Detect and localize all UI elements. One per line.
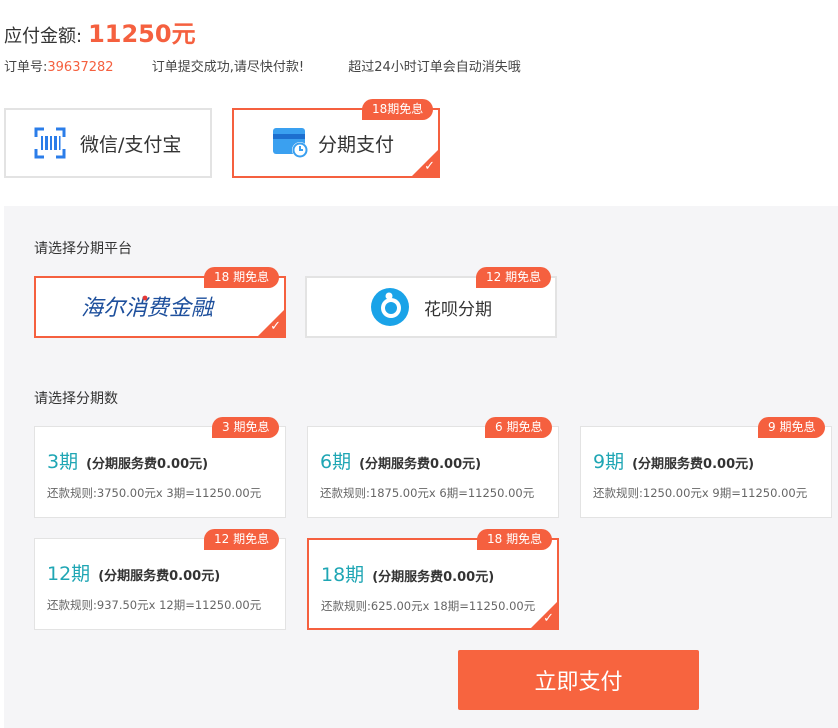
term-count: 18期 bbox=[321, 564, 365, 586]
order-expire-message: 超过24小时订单会自动消失哦 bbox=[348, 60, 521, 75]
term-count: 9期 bbox=[593, 451, 625, 473]
pay-method-label: 微信/支付宝 bbox=[80, 133, 182, 156]
service-fee: (分期服务费0.00元) bbox=[372, 570, 495, 585]
interest-free-badge: 9 期免息 bbox=[758, 417, 826, 438]
scan-icon bbox=[34, 127, 66, 159]
repayment-rule: 还款规则:1875.00元x 6期=11250.00元 bbox=[320, 486, 535, 500]
term-section-title: 请选择分期数 bbox=[34, 391, 118, 407]
interest-free-badge: 3 期免息 bbox=[212, 417, 280, 438]
order-number: 39637282 bbox=[47, 60, 114, 75]
amount-row: 应付金额: 11250元 bbox=[4, 14, 196, 49]
service-fee: (分期服务费0.00元) bbox=[632, 457, 755, 472]
platform-section-title: 请选择分期平台 bbox=[34, 241, 132, 257]
card-clock-icon bbox=[273, 128, 308, 158]
repayment-rule: 还款规则:937.50元x 12期=11250.00元 bbox=[47, 598, 262, 612]
interest-free-badge: 18 期免息 bbox=[477, 529, 553, 550]
term-count: 12期 bbox=[47, 563, 91, 585]
platform-label: 花呗分期 bbox=[424, 299, 492, 320]
amount-value: 11250元 bbox=[88, 20, 196, 48]
service-fee: (分期服务费0.00元) bbox=[86, 457, 209, 472]
check-icon: ✓ bbox=[270, 319, 281, 334]
term-option-9[interactable]: 9期 (分期服务费0.00元) 还款规则:1250.00元x 9期=11250.0… bbox=[580, 426, 832, 518]
order-number-label: 订单号: bbox=[4, 60, 48, 75]
interest-free-badge: 6 期免息 bbox=[485, 417, 553, 438]
repayment-rule: 还款规则:1250.00元x 9期=11250.00元 bbox=[593, 486, 808, 500]
repayment-rule: 还款规则:625.00元x 18期=11250.00元 bbox=[321, 599, 536, 613]
term-count: 6期 bbox=[320, 451, 352, 473]
interest-free-badge: 18期免息 bbox=[362, 99, 434, 120]
amount-label: 应付金额: bbox=[4, 26, 83, 47]
repayment-rule: 还款规则:3750.00元x 3期=11250.00元 bbox=[47, 486, 262, 500]
haier-logo-text: 海尔消费金融 bbox=[81, 296, 215, 321]
interest-free-badge: 12 期免息 bbox=[476, 267, 552, 288]
service-fee: (分期服务费0.00元) bbox=[359, 457, 482, 472]
haier-consumer-finance-logo: 海尔消费金融 bbox=[81, 295, 215, 321]
order-success-message: 订单提交成功,请尽快付款! bbox=[151, 60, 305, 75]
pay-now-button[interactable]: 立即支付 bbox=[458, 650, 699, 710]
huabei-logo bbox=[371, 288, 409, 326]
term-option-18[interactable]: 18期 (分期服务费0.00元) 还款规则:625.00元x 18期=11250.… bbox=[307, 538, 559, 630]
term-option-12[interactable]: 12期 (分期服务费0.00元) 还款规则:937.50元x 12期=11250.… bbox=[34, 538, 286, 630]
check-icon: ✓ bbox=[543, 611, 554, 626]
term-option-3[interactable]: 3期 (分期服务费0.00元) 还款规则:3750.00元x 3期=11250.0… bbox=[34, 426, 286, 518]
term-count: 3期 bbox=[47, 451, 79, 473]
interest-free-badge: 12 期免息 bbox=[204, 529, 280, 550]
order-info-row: 订单号:39637282 订单提交成功,请尽快付款! 超过24小时订单会自动消失… bbox=[4, 56, 521, 75]
interest-free-badge: 18 期免息 bbox=[204, 267, 280, 288]
pay-method-label: 分期支付 bbox=[318, 133, 395, 156]
check-icon: ✓ bbox=[424, 159, 435, 174]
service-fee: (分期服务费0.00元) bbox=[98, 569, 221, 584]
term-option-6[interactable]: 6期 (分期服务费0.00元) 还款规则:1875.00元x 6期=11250.0… bbox=[307, 426, 559, 518]
pay-method-wechat-alipay[interactable]: 微信/支付宝 bbox=[4, 108, 212, 178]
